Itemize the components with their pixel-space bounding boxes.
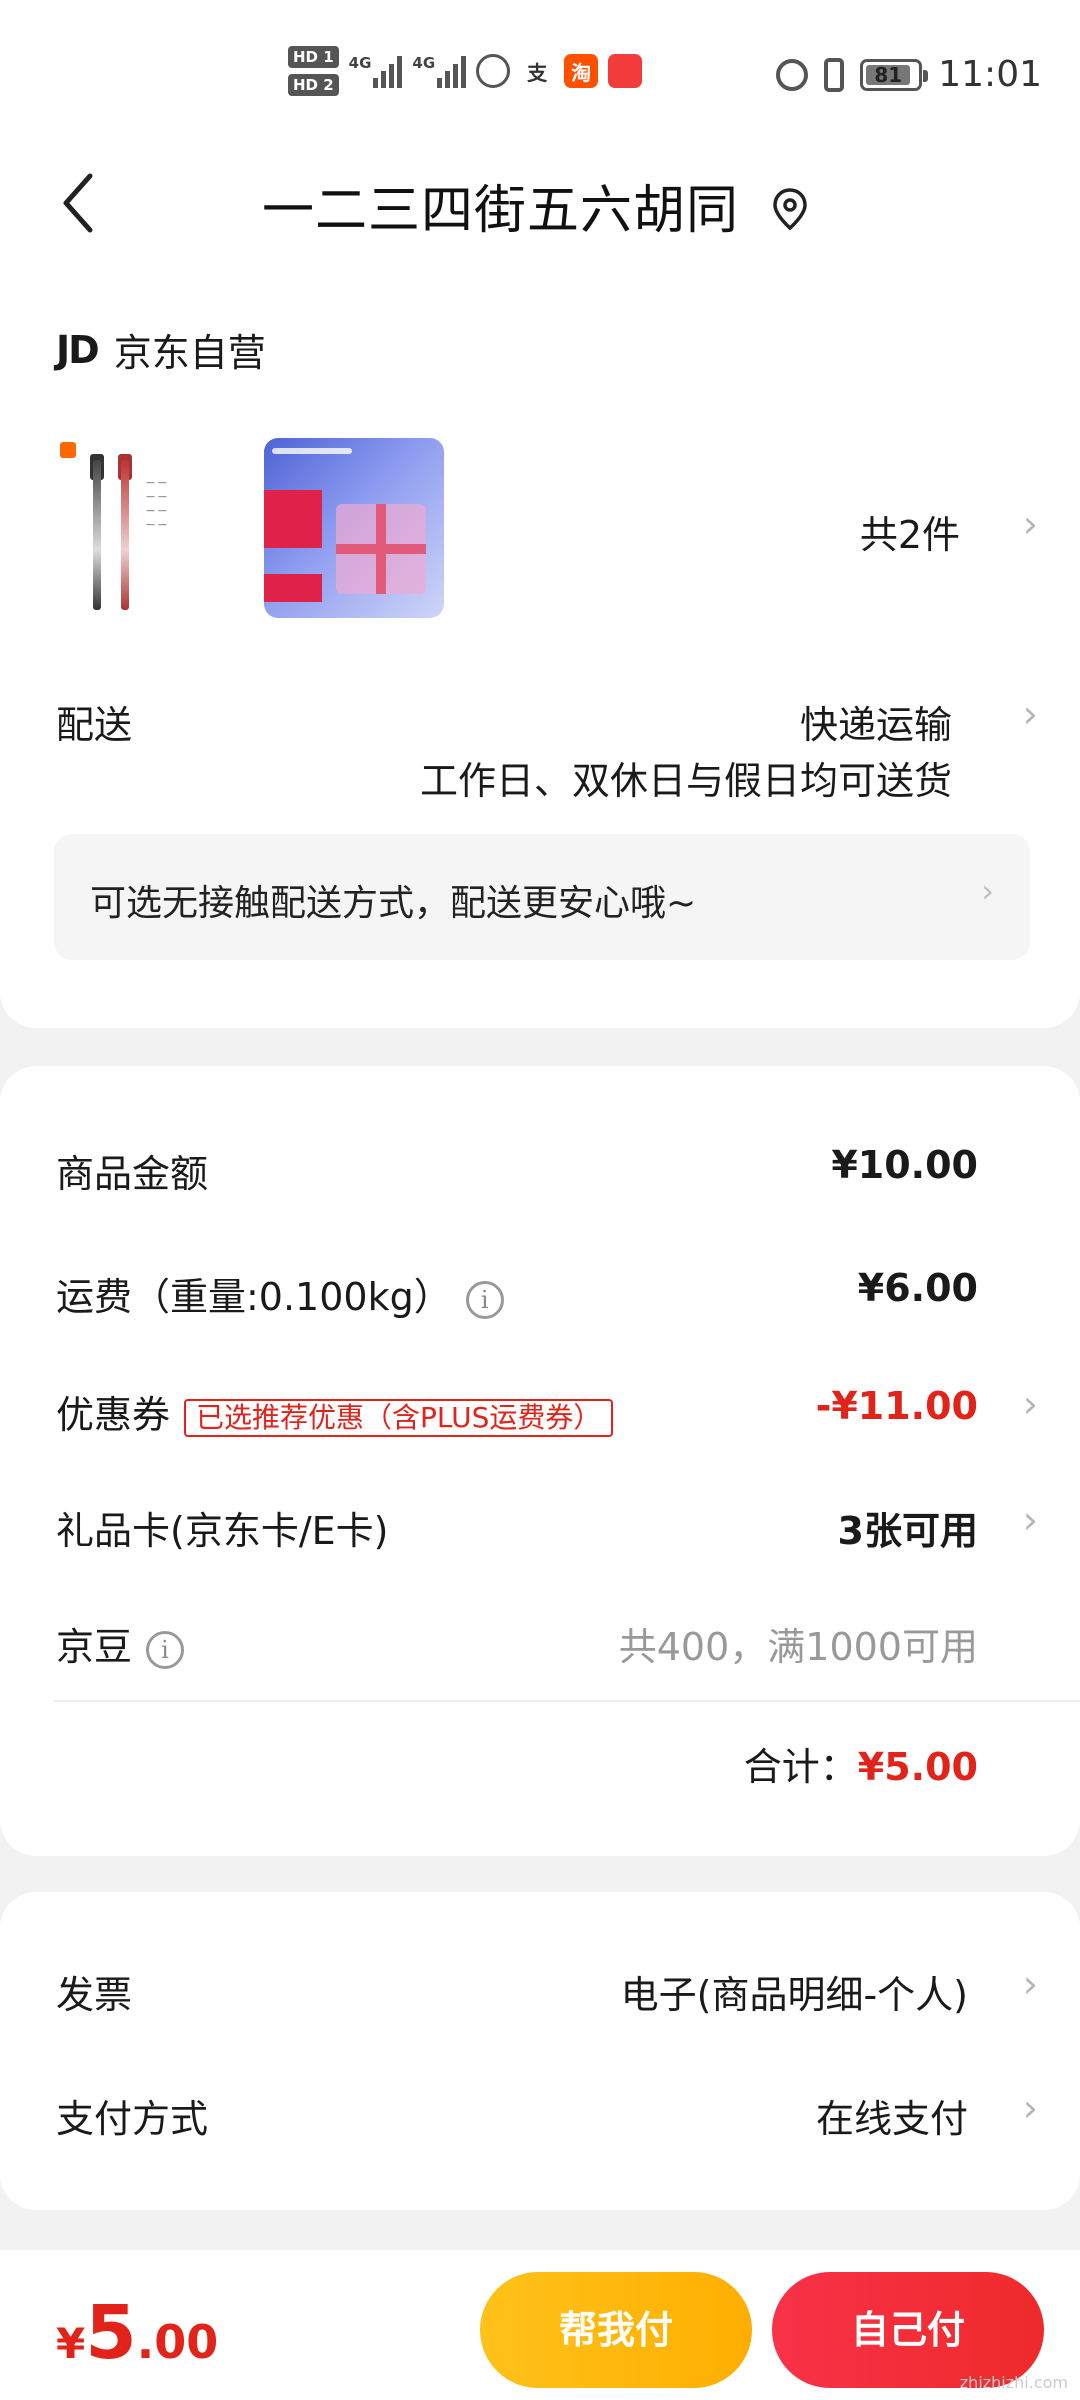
info-icon[interactable]: i [146, 1630, 185, 1669]
chevron-right-icon[interactable]: › [1023, 692, 1038, 736]
battery-level: 81 [874, 62, 903, 87]
chevron-right-icon: › [981, 872, 994, 910]
giftcard-label[interactable]: 礼品卡(京东卡/E卡) [56, 1500, 388, 1555]
price-decimal: .00 [136, 2315, 219, 2369]
order-card: JD 京东自营 — — — — — — — — 共2件 › 配送 快递运输 › 工作日… [0, 256, 1080, 1028]
checkout-bar: ¥5.00 帮我付 自己付 zhizhizhi.com [0, 2250, 1080, 2400]
invoice-payment-card: 发票 电子(商品明细-个人) › 支付方式 在线支付 › [0, 1892, 1080, 2210]
hd1-badge: HD 1 [288, 46, 339, 68]
goods-amount-value: ¥10.00 [831, 1143, 978, 1187]
total-value: ¥5.00 [857, 1745, 978, 1789]
coupon-row-label[interactable]: 优惠券 已选推荐优惠（含PLUS运费券） [56, 1384, 614, 1439]
chevron-right-icon[interactable]: › [1023, 2086, 1038, 2130]
invoice-value[interactable]: 电子(商品明细-个人) [621, 1964, 968, 2019]
cost-summary-card: 商品金额 ¥10.00 运费（重量:0.100kg） i ¥6.00 优惠券 已选推… [0, 1066, 1080, 1856]
back-button[interactable] [58, 172, 118, 242]
chevron-right-icon[interactable]: › [1023, 502, 1038, 546]
jingdou-row-label: 京豆 i [56, 1616, 185, 1671]
signal-2: 4G [412, 54, 467, 88]
shipping-value: ¥6.00 [857, 1266, 978, 1310]
shipping-label: 运费（重量:0.100kg） i [56, 1266, 504, 1321]
gift-box-image [336, 504, 426, 594]
product-thumbnail-pen[interactable]: — — — — — — — — [56, 438, 236, 618]
payment-value[interactable]: 在线支付 [816, 2088, 968, 2143]
jingdou-value: 共400，满1000可用 [618, 1625, 978, 1669]
invoice-label: 发票 [56, 1973, 133, 2017]
battery-icon: 81 [860, 58, 929, 91]
checkout-total: ¥5.00 [56, 2290, 218, 2376]
alipay-icon: 支 [527, 60, 548, 85]
network-type-1: 4G [348, 54, 372, 72]
status-right: 81 11:01 [776, 54, 1042, 95]
status-left: HD 1 HD 2 4G 4G 支 淘 [288, 46, 643, 96]
coupon-price-label [264, 574, 322, 602]
price-currency: ¥ [56, 2319, 86, 2368]
self-pay-button[interactable]: 自己付 [772, 2272, 1044, 2388]
clock: 11:01 [938, 54, 1042, 95]
store-name: 京东自营 [113, 331, 266, 375]
divider [54, 1700, 1080, 1702]
delivery-schedule: 工作日、双休日与假日均可送货 [419, 759, 952, 803]
payment-label: 支付方式 [56, 2097, 209, 2141]
signal-bars-icon [437, 54, 467, 88]
delivery-label: 配送 [56, 703, 133, 747]
pen-black [93, 460, 101, 610]
delivery-method[interactable]: 快递运输 [800, 694, 952, 749]
chevron-right-icon[interactable]: › [1023, 1382, 1038, 1426]
alarm-icon [776, 58, 809, 91]
signal-bars-icon [373, 54, 403, 88]
product-thumbnail-coupon[interactable] [264, 438, 444, 618]
chevron-right-icon[interactable]: › [1023, 1962, 1038, 2006]
location-pin-icon[interactable] [770, 186, 810, 232]
chevron-left-icon [63, 173, 93, 233]
pen-red [121, 460, 129, 610]
shipping-label-text: 运费（重量:0.100kg） [56, 1275, 452, 1319]
giftcard-value[interactable]: 3张可用 [838, 1500, 978, 1555]
hd2-badge: HD 2 [288, 74, 339, 96]
network-type-2: 4G [412, 54, 436, 72]
total-label: 合计： [743, 1745, 858, 1789]
vibrate-icon [824, 57, 845, 92]
product-image-text: — — — — — — — — [146, 478, 167, 530]
chevron-right-icon[interactable]: › [1023, 1498, 1038, 1542]
contactless-delivery-notice[interactable]: 可选无接触配送方式，配送更安心哦~ › [54, 834, 1030, 960]
price-integer: 5 [85, 2290, 137, 2376]
status-bar: HD 1 HD 2 4G 4G 支 淘 81 11:01 [0, 0, 1080, 150]
page-title[interactable]: 一二三四街五六胡同 [262, 168, 739, 243]
hd-indicators: HD 1 HD 2 [288, 46, 339, 96]
watermark: zhizhizhi.com [959, 2373, 1068, 2392]
info-icon[interactable]: i [465, 1280, 504, 1319]
signal-1: 4G [349, 54, 403, 88]
jd-logo: JD [56, 327, 100, 372]
coupon-label: 优惠券 [56, 1393, 171, 1437]
coupon-value[interactable]: -¥11.00 [816, 1384, 978, 1428]
store-header: JD 京东自营 [56, 322, 266, 377]
goods-amount-label: 商品金额 [56, 1152, 209, 1196]
hand-icon [476, 54, 511, 88]
item-count[interactable]: 共2件 [860, 504, 960, 559]
jingdou-label: 京豆 [56, 1625, 133, 1669]
header: 一二三四街五六胡同 [0, 150, 1080, 270]
notice-text: 可选无接触配送方式，配送更安心哦~ [90, 883, 697, 924]
coupon-red-label [264, 490, 322, 548]
app-icon [608, 54, 643, 88]
mi-logo-icon [60, 442, 76, 458]
taobao-icon: 淘 [564, 54, 599, 88]
help-pay-button[interactable]: 帮我付 [480, 2272, 752, 2388]
coupon-tag: 已选推荐优惠（含PLUS运费券） [184, 1398, 614, 1437]
total-row: 合计：¥5.00 [744, 1736, 978, 1791]
